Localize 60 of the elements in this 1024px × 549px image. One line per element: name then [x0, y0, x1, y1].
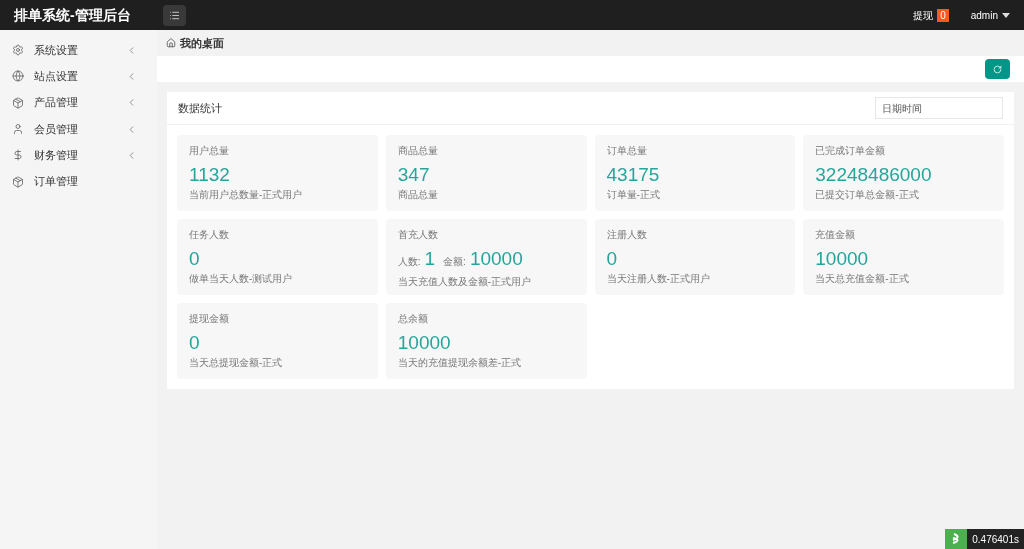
stat-value: 10000: [397, 331, 452, 355]
withdraw-count-badge: 0: [937, 8, 949, 22]
stat-label: 提现金额: [189, 312, 230, 326]
stat-value: 10000: [469, 247, 523, 271]
stat-label: 总余额: [397, 312, 429, 326]
trace-time[interactable]: 0.476401s: [967, 529, 1024, 549]
stat-note: 已提交订单总金额-正式: [815, 188, 920, 202]
user-icon: [12, 123, 24, 136]
sidebar-item[interactable]: 财务管理: [0, 142, 157, 169]
date-field[interactable]: 日期时间: [875, 97, 1003, 119]
stat-label: 首充人数: [397, 228, 439, 242]
stat-label: 订单总量: [606, 144, 648, 158]
stat-note: 当前用户总数量-正式用户: [189, 188, 304, 202]
menu-toggle-button[interactable]: [163, 4, 186, 26]
app-title: 排单系统-管理后台: [13, 5, 132, 25]
dollar-icon: [12, 149, 24, 162]
box-icon: [12, 96, 24, 109]
withdraw-label: 提现: [913, 8, 934, 23]
refresh-button[interactable]: [985, 59, 1010, 79]
user-menu[interactable]: admin: [970, 7, 1010, 23]
stat-label: 任务人数: [189, 228, 230, 242]
sidebar-item[interactable]: 站点设置: [0, 63, 157, 90]
stat-note: 当天充值人数及金额-正式用户: [397, 275, 533, 289]
settings-icon: [12, 44, 24, 57]
stat-label: 用户总量: [189, 144, 230, 158]
stat-label: 商品总量: [397, 144, 439, 158]
stat-value: 1132: [189, 163, 231, 187]
home-icon: [166, 38, 176, 48]
stat-note: 当天的充值提现余额差-正式: [397, 356, 523, 370]
panel-title: 数据统计: [178, 100, 222, 116]
sidebar-item[interactable]: 订单管理: [0, 168, 157, 195]
box-icon: [12, 175, 24, 188]
stat-value: 43175: [606, 163, 661, 187]
stat-note: 商品总量: [397, 188, 439, 202]
stat-note: 当天总充值金额-正式: [815, 272, 910, 286]
stat-value: 347: [397, 163, 431, 187]
stat-value: 0: [189, 331, 201, 355]
stat-note: 做单当天人数-测试用户: [189, 272, 294, 286]
sidebar-item[interactable]: 会员管理: [0, 115, 157, 143]
breadcrumb[interactable]: 我的桌面: [180, 34, 224, 52]
refresh-icon: [993, 64, 1002, 74]
sidebar-item[interactable]: 产品管理: [0, 89, 157, 116]
stat-note: 订单量-正式: [606, 188, 661, 202]
stat-label: 充值金额: [815, 228, 857, 242]
globe-icon: [12, 70, 24, 83]
menu-icon: [169, 9, 180, 21]
trace-logo-icon: [945, 529, 968, 549]
caret-icon: [1002, 12, 1010, 18]
stat-label: 注册人数: [606, 228, 648, 242]
stat-value: 0: [189, 247, 201, 271]
stat-value: 32248486000: [815, 163, 933, 187]
stat-value: 0: [606, 247, 619, 271]
stat-value: 1: [424, 247, 436, 271]
stat-part-label: 人数:: [397, 255, 421, 269]
stat-note: 当天总提现金额-正式: [189, 356, 284, 370]
sidebar-item[interactable]: 系统设置: [0, 37, 157, 64]
stat-note: 当天注册人数-正式用户: [606, 272, 711, 286]
stat-value: 10000: [815, 247, 870, 271]
stat-part-label: 金额:: [443, 255, 466, 269]
stat-label: 已完成订单金额: [815, 144, 887, 158]
